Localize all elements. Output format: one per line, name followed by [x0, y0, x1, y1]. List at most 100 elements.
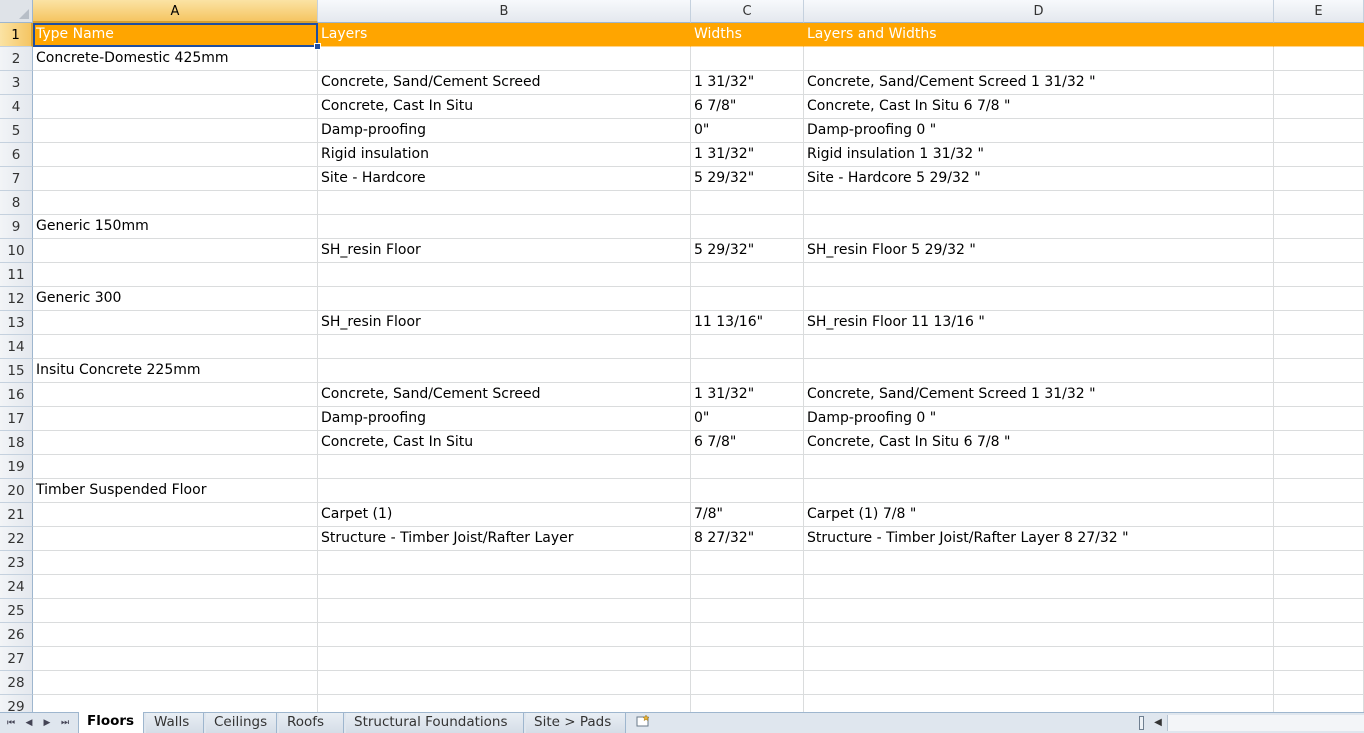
row-header[interactable]: 14: [0, 335, 33, 359]
cell-a19[interactable]: [33, 455, 318, 479]
row-header[interactable]: 28: [0, 671, 33, 695]
cell-a15[interactable]: Insitu Concrete 225mm: [33, 359, 318, 383]
cell-e26[interactable]: [1274, 623, 1364, 647]
cell-a16[interactable]: [33, 383, 318, 407]
cell-e12[interactable]: [1274, 287, 1364, 311]
cell-e8[interactable]: [1274, 191, 1364, 215]
cell-b24[interactable]: [318, 575, 691, 599]
cell-e13[interactable]: [1274, 311, 1364, 335]
cell-d29[interactable]: [804, 695, 1274, 712]
cell-d11[interactable]: [804, 263, 1274, 287]
cell-b22[interactable]: Structure - Timber Joist/Rafter Layer: [318, 527, 691, 551]
row-header[interactable]: 10: [0, 239, 33, 263]
prev-sheet-icon[interactable]: ◀: [22, 715, 36, 731]
cell-c28[interactable]: [691, 671, 804, 695]
row-header[interactable]: 24: [0, 575, 33, 599]
cell-d7[interactable]: Site - Hardcore 5 29/32 ": [804, 167, 1274, 191]
row-header[interactable]: 26: [0, 623, 33, 647]
cell-b13[interactable]: SH_resin Floor: [318, 311, 691, 335]
column-header-b[interactable]: B: [318, 0, 691, 23]
next-sheet-icon[interactable]: ▶: [40, 715, 54, 731]
cell-c12[interactable]: [691, 287, 804, 311]
cell-e21[interactable]: [1274, 503, 1364, 527]
cell-c19[interactable]: [691, 455, 804, 479]
cell-b20[interactable]: [318, 479, 691, 503]
cell-b5[interactable]: Damp-proofing: [318, 119, 691, 143]
column-header-d[interactable]: D: [804, 0, 1274, 23]
row-header[interactable]: 1: [0, 23, 33, 47]
cell-a23[interactable]: [33, 551, 318, 575]
row-header[interactable]: 13: [0, 311, 33, 335]
cell-d27[interactable]: [804, 647, 1274, 671]
insert-sheet-icon[interactable]: [634, 714, 652, 731]
cell-c11[interactable]: [691, 263, 804, 287]
cell-e11[interactable]: [1274, 263, 1364, 287]
cell-d28[interactable]: [804, 671, 1274, 695]
cell-b27[interactable]: [318, 647, 691, 671]
cell-d16[interactable]: Concrete, Sand/Cement Screed 1 31/32 ": [804, 383, 1274, 407]
column-header-c[interactable]: C: [691, 0, 804, 23]
cell-a7[interactable]: [33, 167, 318, 191]
cell-c23[interactable]: [691, 551, 804, 575]
cell-b6[interactable]: Rigid insulation: [318, 143, 691, 167]
cell-e3[interactable]: [1274, 71, 1364, 95]
row-header[interactable]: 18: [0, 431, 33, 455]
cell-b19[interactable]: [318, 455, 691, 479]
cell-b4[interactable]: Concrete, Cast In Situ: [318, 95, 691, 119]
cell-d1[interactable]: Layers and Widths: [804, 23, 1274, 47]
cell-a9[interactable]: Generic 150mm: [33, 215, 318, 239]
cell-b12[interactable]: [318, 287, 691, 311]
cell-c18[interactable]: 6 7/8": [691, 431, 804, 455]
row-header[interactable]: 15: [0, 359, 33, 383]
cell-c16[interactable]: 1 31/32": [691, 383, 804, 407]
cell-b3[interactable]: Concrete, Sand/Cement Screed: [318, 71, 691, 95]
horizontal-scrollbar[interactable]: [1167, 715, 1364, 731]
cell-c26[interactable]: [691, 623, 804, 647]
cell-a1[interactable]: Type Name: [33, 23, 321, 50]
cell-c29[interactable]: [691, 695, 804, 712]
cell-b14[interactable]: [318, 335, 691, 359]
cell-a17[interactable]: [33, 407, 318, 431]
cell-e9[interactable]: [1274, 215, 1364, 239]
cell-d10[interactable]: SH_resin Floor 5 29/32 ": [804, 239, 1274, 263]
cell-e14[interactable]: [1274, 335, 1364, 359]
cell-e2[interactable]: [1274, 47, 1364, 71]
row-header[interactable]: 21: [0, 503, 33, 527]
cell-b26[interactable]: [318, 623, 691, 647]
cell-a3[interactable]: [33, 71, 318, 95]
cell-c7[interactable]: 5 29/32": [691, 167, 804, 191]
cell-e28[interactable]: [1274, 671, 1364, 695]
cell-b17[interactable]: Damp-proofing: [318, 407, 691, 431]
cell-e20[interactable]: [1274, 479, 1364, 503]
row-header[interactable]: 6: [0, 143, 33, 167]
cell-d21[interactable]: Carpet (1) 7/8 ": [804, 503, 1274, 527]
cell-b25[interactable]: [318, 599, 691, 623]
cell-e18[interactable]: [1274, 431, 1364, 455]
cell-b8[interactable]: [318, 191, 691, 215]
row-header[interactable]: 2: [0, 47, 33, 71]
row-header[interactable]: 4: [0, 95, 33, 119]
row-header[interactable]: 9: [0, 215, 33, 239]
cell-a25[interactable]: [33, 599, 318, 623]
cell-c6[interactable]: 1 31/32": [691, 143, 804, 167]
cell-e22[interactable]: [1274, 527, 1364, 551]
cell-d13[interactable]: SH_resin Floor 11 13/16 ": [804, 311, 1274, 335]
sheet-tab-roofs[interactable]: Roofs: [279, 713, 344, 733]
row-header[interactable]: 16: [0, 383, 33, 407]
sheet-tab-floors[interactable]: Floors: [78, 712, 144, 733]
cell-a20[interactable]: Timber Suspended Floor: [33, 479, 318, 503]
row-header[interactable]: 8: [0, 191, 33, 215]
row-header[interactable]: 20: [0, 479, 33, 503]
cell-a29[interactable]: [33, 695, 318, 712]
cell-c1[interactable]: Widths: [691, 23, 804, 47]
row-header[interactable]: 7: [0, 167, 33, 191]
last-sheet-icon[interactable]: ⏭: [58, 715, 72, 731]
cell-d26[interactable]: [804, 623, 1274, 647]
cell-c22[interactable]: 8 27/32": [691, 527, 804, 551]
cell-b11[interactable]: [318, 263, 691, 287]
cell-a28[interactable]: [33, 671, 318, 695]
row-header[interactable]: 22: [0, 527, 33, 551]
row-header[interactable]: 17: [0, 407, 33, 431]
cell-c13[interactable]: 11 13/16": [691, 311, 804, 335]
cell-d17[interactable]: Damp-proofing 0 ": [804, 407, 1274, 431]
